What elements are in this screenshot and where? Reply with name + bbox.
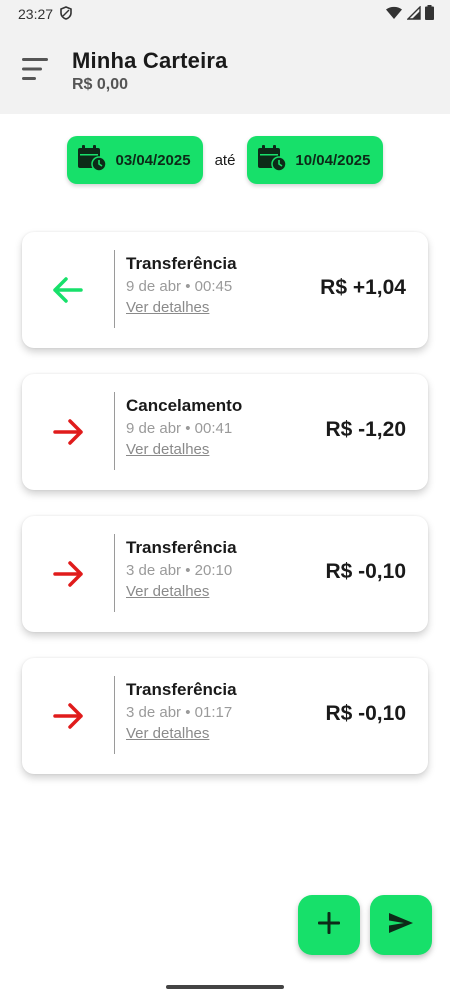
transaction-amount: R$ -0,10 bbox=[325, 560, 406, 583]
transaction-datetime: 3 de abr • 20:10 bbox=[126, 562, 233, 579]
date-filter: 03/04/2025 até 10/04/2025 bbox=[0, 136, 450, 184]
details-link[interactable]: Ver detalhes bbox=[126, 583, 209, 600]
date-separator: até bbox=[214, 151, 236, 169]
calendar-clock-icon bbox=[257, 144, 288, 177]
arrow-right-icon bbox=[52, 418, 84, 446]
divider bbox=[114, 534, 115, 612]
gesture-navigation-handle[interactable] bbox=[166, 985, 284, 989]
divider bbox=[114, 250, 115, 328]
details-link[interactable]: Ver detalhes bbox=[126, 299, 209, 316]
transaction-type: Transferência bbox=[126, 538, 237, 557]
send-icon bbox=[387, 911, 415, 940]
transaction-type: Transferência bbox=[126, 680, 237, 699]
status-bar: 23:27 bbox=[0, 0, 450, 28]
battery-icon bbox=[425, 5, 434, 23]
transaction-info: Transferência 9 de abr • 00:45 Ver detal… bbox=[126, 254, 237, 317]
transaction-datetime: 3 de abr • 01:17 bbox=[126, 704, 233, 721]
arrow-left-icon bbox=[52, 276, 84, 304]
details-link[interactable]: Ver detalhes bbox=[126, 441, 209, 458]
transaction-info: Transferência 3 de abr • 01:17 Ver detal… bbox=[126, 680, 237, 743]
menu-icon bbox=[22, 57, 50, 86]
calendar-clock-icon bbox=[77, 144, 108, 177]
start-date-button[interactable]: 03/04/2025 bbox=[67, 136, 203, 184]
menu-button[interactable] bbox=[12, 47, 60, 95]
end-date-label: 10/04/2025 bbox=[295, 151, 371, 169]
wifi-icon bbox=[385, 6, 403, 23]
header-titles: Minha Carteira R$ 0,00 bbox=[72, 48, 228, 94]
transaction-amount: R$ +1,04 bbox=[320, 276, 406, 299]
divider bbox=[114, 676, 115, 754]
shield-icon bbox=[59, 5, 73, 23]
transaction-info: Cancelamento 9 de abr • 00:41 Ver detalh… bbox=[126, 396, 242, 459]
status-time: 23:27 bbox=[18, 6, 54, 22]
page-title: Minha Carteira bbox=[72, 48, 228, 73]
transaction-list: Transferência 9 de abr • 00:45 Ver detal… bbox=[22, 232, 428, 800]
divider bbox=[114, 392, 115, 470]
transaction-amount: R$ -0,10 bbox=[325, 702, 406, 725]
add-button[interactable] bbox=[298, 895, 360, 955]
wallet-balance: R$ 0,00 bbox=[72, 76, 129, 93]
transaction-type: Cancelamento bbox=[126, 396, 243, 415]
transaction-info: Transferência 3 de abr • 20:10 Ver detal… bbox=[126, 538, 237, 601]
transaction-datetime: 9 de abr • 00:41 bbox=[126, 420, 233, 437]
status-icons bbox=[385, 4, 434, 23]
transaction-card[interactable]: Transferência 3 de abr • 01:17 Ver detal… bbox=[22, 658, 428, 774]
signal-icon bbox=[406, 4, 421, 23]
arrow-right-icon bbox=[52, 702, 84, 730]
details-link[interactable]: Ver detalhes bbox=[126, 725, 209, 742]
transaction-card[interactable]: Transferência 9 de abr • 00:45 Ver detal… bbox=[22, 232, 428, 348]
start-date-label: 03/04/2025 bbox=[115, 151, 191, 169]
transaction-datetime: 9 de abr • 00:45 bbox=[126, 278, 233, 295]
transaction-card[interactable]: Cancelamento 9 de abr • 00:41 Ver detalh… bbox=[22, 374, 428, 490]
transaction-amount: R$ -1,20 bbox=[325, 418, 406, 441]
send-button[interactable] bbox=[370, 895, 432, 955]
arrow-right-icon bbox=[52, 560, 84, 588]
transaction-card[interactable]: Transferência 3 de abr • 20:10 Ver detal… bbox=[22, 516, 428, 632]
app-bar: Minha Carteira R$ 0,00 bbox=[0, 28, 450, 114]
end-date-button[interactable]: 10/04/2025 bbox=[247, 136, 383, 184]
plus-icon bbox=[317, 911, 341, 940]
transaction-type: Transferência bbox=[126, 254, 237, 273]
